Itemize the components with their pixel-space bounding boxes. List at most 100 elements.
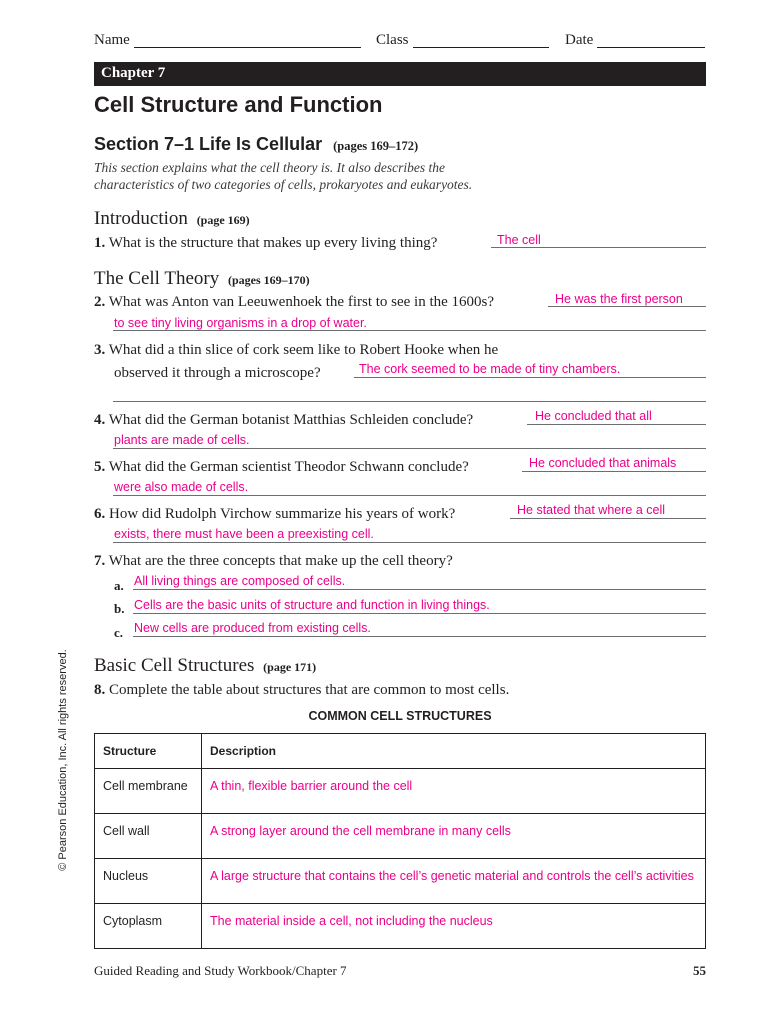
chapter-label: Chapter 7 xyxy=(101,65,166,81)
name-label: Name xyxy=(94,32,130,48)
chapter-bar: Chapter 7 xyxy=(94,62,706,86)
table-row: Cytoplasm The material inside a cell, no… xyxy=(94,903,706,949)
introduction-title: Introduction xyxy=(94,208,188,229)
description-cell[interactable]: A large structure that contains the cell… xyxy=(201,858,706,904)
answer-2b[interactable]: to see tiny living organisms in a drop o… xyxy=(114,316,367,330)
description-cell[interactable]: A thin, flexible barrier around the cell xyxy=(201,768,706,814)
answer-line[interactable] xyxy=(527,424,706,425)
answer-7c[interactable]: New cells are produced from existing cel… xyxy=(134,621,371,635)
question-3: 3. What did a thin slice of cork seem li… xyxy=(94,342,498,359)
cell-theory-title: The Cell Theory xyxy=(94,268,220,289)
answer-5b[interactable]: were also made of cells. xyxy=(114,480,248,494)
name-blank[interactable] xyxy=(134,47,361,48)
question-text: What are the three concepts that make up… xyxy=(108,553,453,569)
question-number: 4. xyxy=(94,412,106,428)
answer-6a[interactable]: He stated that where a cell xyxy=(517,503,665,517)
answer-line[interactable] xyxy=(113,330,706,331)
answer-line[interactable] xyxy=(113,495,706,496)
introduction-heading: Introduction (page 169) xyxy=(94,208,250,230)
answer-line[interactable] xyxy=(113,448,706,449)
question-text: What was Anton van Leeuwenhoek the first… xyxy=(108,294,495,310)
page-title: Cell Structure and Function xyxy=(94,92,383,117)
introduction-pages: (page 169) xyxy=(196,213,250,227)
question-number: 8. xyxy=(94,682,106,698)
answer-line[interactable] xyxy=(133,636,706,637)
class-label: Class xyxy=(376,32,409,48)
basic-structures-heading: Basic Cell Structures (page 171) xyxy=(94,655,316,677)
cell-theory-pages: (pages 169–170) xyxy=(227,273,310,287)
question-number: 2. xyxy=(94,294,106,310)
class-blank[interactable] xyxy=(413,47,549,48)
structure-cell: Cell membrane xyxy=(94,768,202,814)
question-number: 3. xyxy=(94,342,106,358)
answer-2a[interactable]: He was the first person xyxy=(555,292,683,306)
question-number: 5. xyxy=(94,459,106,475)
question-text: What is the structure that makes up ever… xyxy=(108,235,438,251)
question-text: Complete the table about structures that… xyxy=(109,682,510,698)
section-intro-line: characteristics of two categories of cel… xyxy=(94,177,473,192)
answer-line[interactable] xyxy=(354,377,706,378)
table-row: Cell membrane A thin, flexible barrier a… xyxy=(94,768,706,814)
answer-4a[interactable]: He concluded that all xyxy=(535,409,652,423)
answer-6b[interactable]: exists, there must have been a preexisti… xyxy=(114,527,374,541)
answer-4b[interactable]: plants are made of cells. xyxy=(114,433,250,447)
section-title: Section 7–1 Life Is Cellular xyxy=(94,134,323,154)
question-text: What did a thin slice of cork seem like … xyxy=(108,342,499,358)
answer-line[interactable] xyxy=(133,589,706,590)
structure-cell: Nucleus xyxy=(94,858,202,904)
table-row: Cell wall A strong layer around the cell… xyxy=(94,813,706,859)
column-header-description: Description xyxy=(201,733,706,769)
table-title: COMMON CELL STRUCTURES xyxy=(308,709,492,723)
section-intro-line: This section explains what the cell theo… xyxy=(94,160,445,175)
question-4: 4. What did the German botanist Matthias… xyxy=(94,412,473,429)
item-letter-c: c. xyxy=(114,625,124,640)
footer-book: Guided Reading and Study Workbook/Chapte… xyxy=(94,963,347,978)
answer-line[interactable] xyxy=(113,401,706,402)
item-letter-b: b. xyxy=(114,601,125,616)
copyright-notice: © Pearson Education, Inc. All rights res… xyxy=(57,649,69,871)
answer-7b[interactable]: Cells are the basic units of structure a… xyxy=(134,598,490,612)
description-cell[interactable]: A strong layer around the cell membrane … xyxy=(201,813,706,859)
question-number: 1. xyxy=(94,235,106,251)
question-number: 6. xyxy=(94,506,106,522)
question-3-cont: observed it through a microscope? xyxy=(114,365,321,381)
question-8: 8. Complete the table about structures t… xyxy=(94,682,509,699)
page-number: 55 xyxy=(693,963,706,978)
basic-structures-title: Basic Cell Structures xyxy=(94,655,255,676)
question-5: 5. What did the German scientist Theodor… xyxy=(94,459,469,476)
item-letter-a: a. xyxy=(114,578,124,593)
answer-line[interactable] xyxy=(510,518,706,519)
answer-line[interactable] xyxy=(522,471,706,472)
question-6: 6. How did Rudolph Virchow summarize his… xyxy=(94,506,455,523)
table-row: Nucleus A large structure that contains … xyxy=(94,858,706,904)
answer-line[interactable] xyxy=(491,247,706,248)
section-intro: This section explains what the cell theo… xyxy=(94,159,472,193)
section-pages: (pages 169–172) xyxy=(333,139,419,153)
column-header-structure: Structure xyxy=(94,733,202,769)
date-blank[interactable] xyxy=(597,47,705,48)
question-number: 7. xyxy=(94,553,106,569)
answer-7a[interactable]: All living things are composed of cells. xyxy=(134,574,345,588)
question-1: 1. What is the structure that makes up e… xyxy=(94,235,437,252)
answer-3[interactable]: The cork seemed to be made of tiny chamb… xyxy=(359,362,620,376)
answer-line[interactable] xyxy=(113,542,706,543)
question-2: 2. What was Anton van Leeuwenhoek the fi… xyxy=(94,294,494,311)
answer-line[interactable] xyxy=(133,613,706,614)
structure-cell: Cytoplasm xyxy=(94,903,202,949)
answer-line[interactable] xyxy=(548,306,706,307)
date-label: Date xyxy=(565,32,594,48)
question-text: What did the German botanist Matthias Sc… xyxy=(108,412,474,428)
answer-5a[interactable]: He concluded that animals xyxy=(529,456,676,470)
name-field[interactable]: Name xyxy=(94,32,130,49)
question-text: What did the German scientist Theodor Sc… xyxy=(108,459,469,475)
description-cell[interactable]: The material inside a cell, not includin… xyxy=(201,903,706,949)
cell-theory-heading: The Cell Theory (pages 169–170) xyxy=(94,268,310,290)
table-header-row: Structure Description xyxy=(94,733,706,769)
section-heading: Section 7–1 Life Is Cellular (pages 169–… xyxy=(94,134,418,155)
structure-cell: Cell wall xyxy=(94,813,202,859)
cell-structures-table: Structure Description Cell membrane A th… xyxy=(94,733,706,949)
answer-1[interactable]: The cell xyxy=(497,233,541,247)
question-text: How did Rudolph Virchow summarize his ye… xyxy=(109,506,456,522)
question-7: 7. What are the three concepts that make… xyxy=(94,553,453,570)
basic-structures-pages: (page 171) xyxy=(263,660,317,674)
